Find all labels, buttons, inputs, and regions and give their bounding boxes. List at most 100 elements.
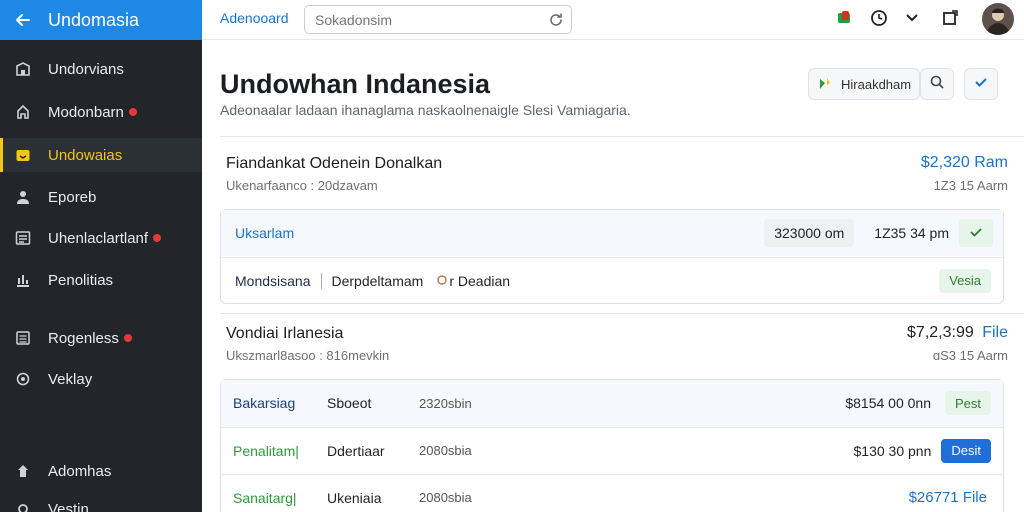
section2-title: Vondiai Irlanesia <box>226 325 344 342</box>
document-icon <box>14 329 32 347</box>
row-col3: r Deadian <box>449 272 511 289</box>
section2-amount-group: $7,2,3:99 File <box>907 324 1008 342</box>
refresh-icon[interactable] <box>547 11 565 29</box>
row-col2: Derpdeltamam <box>331 272 424 289</box>
section2-card: Bakarsiag Sboeot 2320sbin $8154 00 0nn P… <box>220 379 1004 512</box>
search-box[interactable] <box>304 5 572 34</box>
row-amount: 323000 om <box>764 219 855 247</box>
sidebar-item-label: Uhenlaclartlanf <box>48 229 149 247</box>
row-label: Mondsisana <box>235 272 311 289</box>
page-title: Undowhan Indanesia <box>220 69 491 99</box>
section1-time: 1Z3 15 Aarm <box>933 178 1008 193</box>
row-col2: Ukeniaia <box>327 489 382 506</box>
confirm-button[interactable] <box>964 68 999 100</box>
sidebar-item-undowaias[interactable]: Undowaias <box>0 138 202 172</box>
sidebar-item-penolitias[interactable]: Penolitias <box>0 263 202 297</box>
sidebar-item-eporeb[interactable]: Eporeb <box>0 180 202 214</box>
row-col3: 2320sbin <box>419 395 472 411</box>
person-icon <box>14 462 32 480</box>
section1-card: Uksarlam 323000 om 1Z35 34 pm Mondsisana… <box>220 209 1004 304</box>
sidebar-item-label: Rogenless <box>48 329 119 347</box>
sidebar-item-label: Modonbarn <box>48 103 124 121</box>
sidebar-item-label: Vestin <box>48 500 89 512</box>
section1-amount: $2,320 Ram <box>920 154 1008 171</box>
clock-icon[interactable] <box>869 8 889 28</box>
app-window: Undomasia Undorvians Modonbarn Undowaias… <box>0 0 1024 512</box>
check-icon <box>973 74 989 95</box>
page-subtitle: Adeonaalar ladaan ihanaglama naskaolnena… <box>220 102 631 118</box>
refresh-icon <box>14 370 32 388</box>
row-col3: 2080sbia <box>419 443 472 458</box>
section2-amount: $7,2,3:99 <box>907 324 974 341</box>
top-bar: Adenooard <box>202 0 1024 40</box>
sidebar-item-undorvians[interactable]: Undorvians <box>0 52 202 86</box>
app-title: Undomasia <box>48 9 140 30</box>
divider <box>220 136 1024 137</box>
section2-subtitle: Ukszmarl8asoo : 816mevkin <box>226 348 390 363</box>
notification-dot <box>153 234 162 242</box>
folder-icon <box>14 146 32 164</box>
table-row[interactable]: Penalitam| Ddertiaar 2080sbia $130 30 pn… <box>221 427 1003 473</box>
search-icon <box>929 74 945 95</box>
action-button[interactable]: Desit <box>941 438 991 463</box>
dashboard-link[interactable]: Adenooard <box>220 10 289 26</box>
search-input[interactable] <box>315 11 535 28</box>
sidebar-item-uhenlaclartlanf[interactable]: Uhenlaclartlanf <box>0 221 202 255</box>
chart-icon <box>14 271 32 289</box>
sidebar-item-vestin[interactable]: Vestin <box>0 492 202 512</box>
divider <box>220 313 1024 314</box>
settings-icon <box>14 500 32 512</box>
sidebar-item-label: Veklay <box>48 370 93 388</box>
sidebar-item-veklay[interactable]: Veklay <box>0 362 202 396</box>
sidebar-item-modonbarn[interactable]: Modonbarn <box>0 95 202 129</box>
table-row[interactable]: Mondsisana Derpdeltamam r Deadian Vesia <box>221 257 1003 303</box>
chevron-down-icon[interactable] <box>902 8 922 28</box>
table-row[interactable]: Bakarsiag Sboeot 2320sbin $8154 00 0nn P… <box>221 380 1003 426</box>
status-badge[interactable]: Pest <box>944 391 991 415</box>
status-badge: Vesia <box>939 268 991 293</box>
avatar[interactable] <box>982 3 1014 35</box>
building-icon <box>14 60 32 78</box>
row-col3: 2080sbia <box>419 490 472 505</box>
sidebar-item-label: Eporeb <box>48 188 97 206</box>
column-separator <box>320 272 322 289</box>
row-time: 1Z35 34 pm <box>874 225 949 241</box>
row-col2: Sboeot <box>327 395 372 411</box>
leaf-icon <box>817 76 833 92</box>
hand-icon <box>435 274 449 288</box>
list-icon <box>14 229 32 247</box>
sidebar-item-label: Adomhas <box>48 462 112 480</box>
row-label: Uksarlam <box>235 225 295 241</box>
check-icon <box>968 224 984 243</box>
sidebar-item-rogenless[interactable]: Rogenless <box>0 321 202 355</box>
notification-dot <box>123 334 132 342</box>
sidebar-item-adomhas[interactable]: Adomhas <box>0 454 202 488</box>
flag-icon[interactable] <box>834 8 854 28</box>
back-arrow-icon[interactable] <box>12 9 34 31</box>
user-icon <box>14 188 32 206</box>
sidebar-item-label: Penolitias <box>48 271 114 289</box>
table-row[interactable]: Uksarlam 323000 om 1Z35 34 pm <box>221 210 1003 256</box>
row-amount: $8154 00 0nn <box>845 395 931 411</box>
section1-title: Fiandankat Odenein Donalkan <box>226 155 443 172</box>
row-amount: $130 30 pnn <box>853 442 932 459</box>
row-label: Bakarsiag <box>233 395 296 411</box>
row-amount: $26771 File <box>908 489 987 506</box>
section2-time: ɑS3 15 Aarm <box>932 348 1008 363</box>
table-row[interactable]: Sanaitarg| Ukeniaia 2080sbia $26771 File <box>221 474 1003 512</box>
filter-button[interactable]: Hiraakdham <box>808 68 921 100</box>
sidebar-item-label: Undorvians <box>48 60 124 78</box>
row-label: Sanaitarg| <box>233 489 297 506</box>
section1-subtitle: Ukenarfaanco : 20dzavam <box>226 178 378 193</box>
home-icon <box>14 103 32 121</box>
sidebar-item-label: Undowaias <box>48 146 123 164</box>
row-label: Penalitam| <box>233 442 299 459</box>
section2-amount-suffix: File <box>982 324 1008 341</box>
search-button[interactable] <box>920 68 955 100</box>
sidebar-header: Undomasia <box>0 0 202 40</box>
main-content: Undowhan Indanesia Adeonaalar ladaan iha… <box>202 41 1024 512</box>
window-icon[interactable] <box>940 8 960 28</box>
check-button[interactable] <box>959 219 993 247</box>
notification-dot <box>128 108 137 116</box>
row-col2: Ddertiaar <box>327 442 385 459</box>
